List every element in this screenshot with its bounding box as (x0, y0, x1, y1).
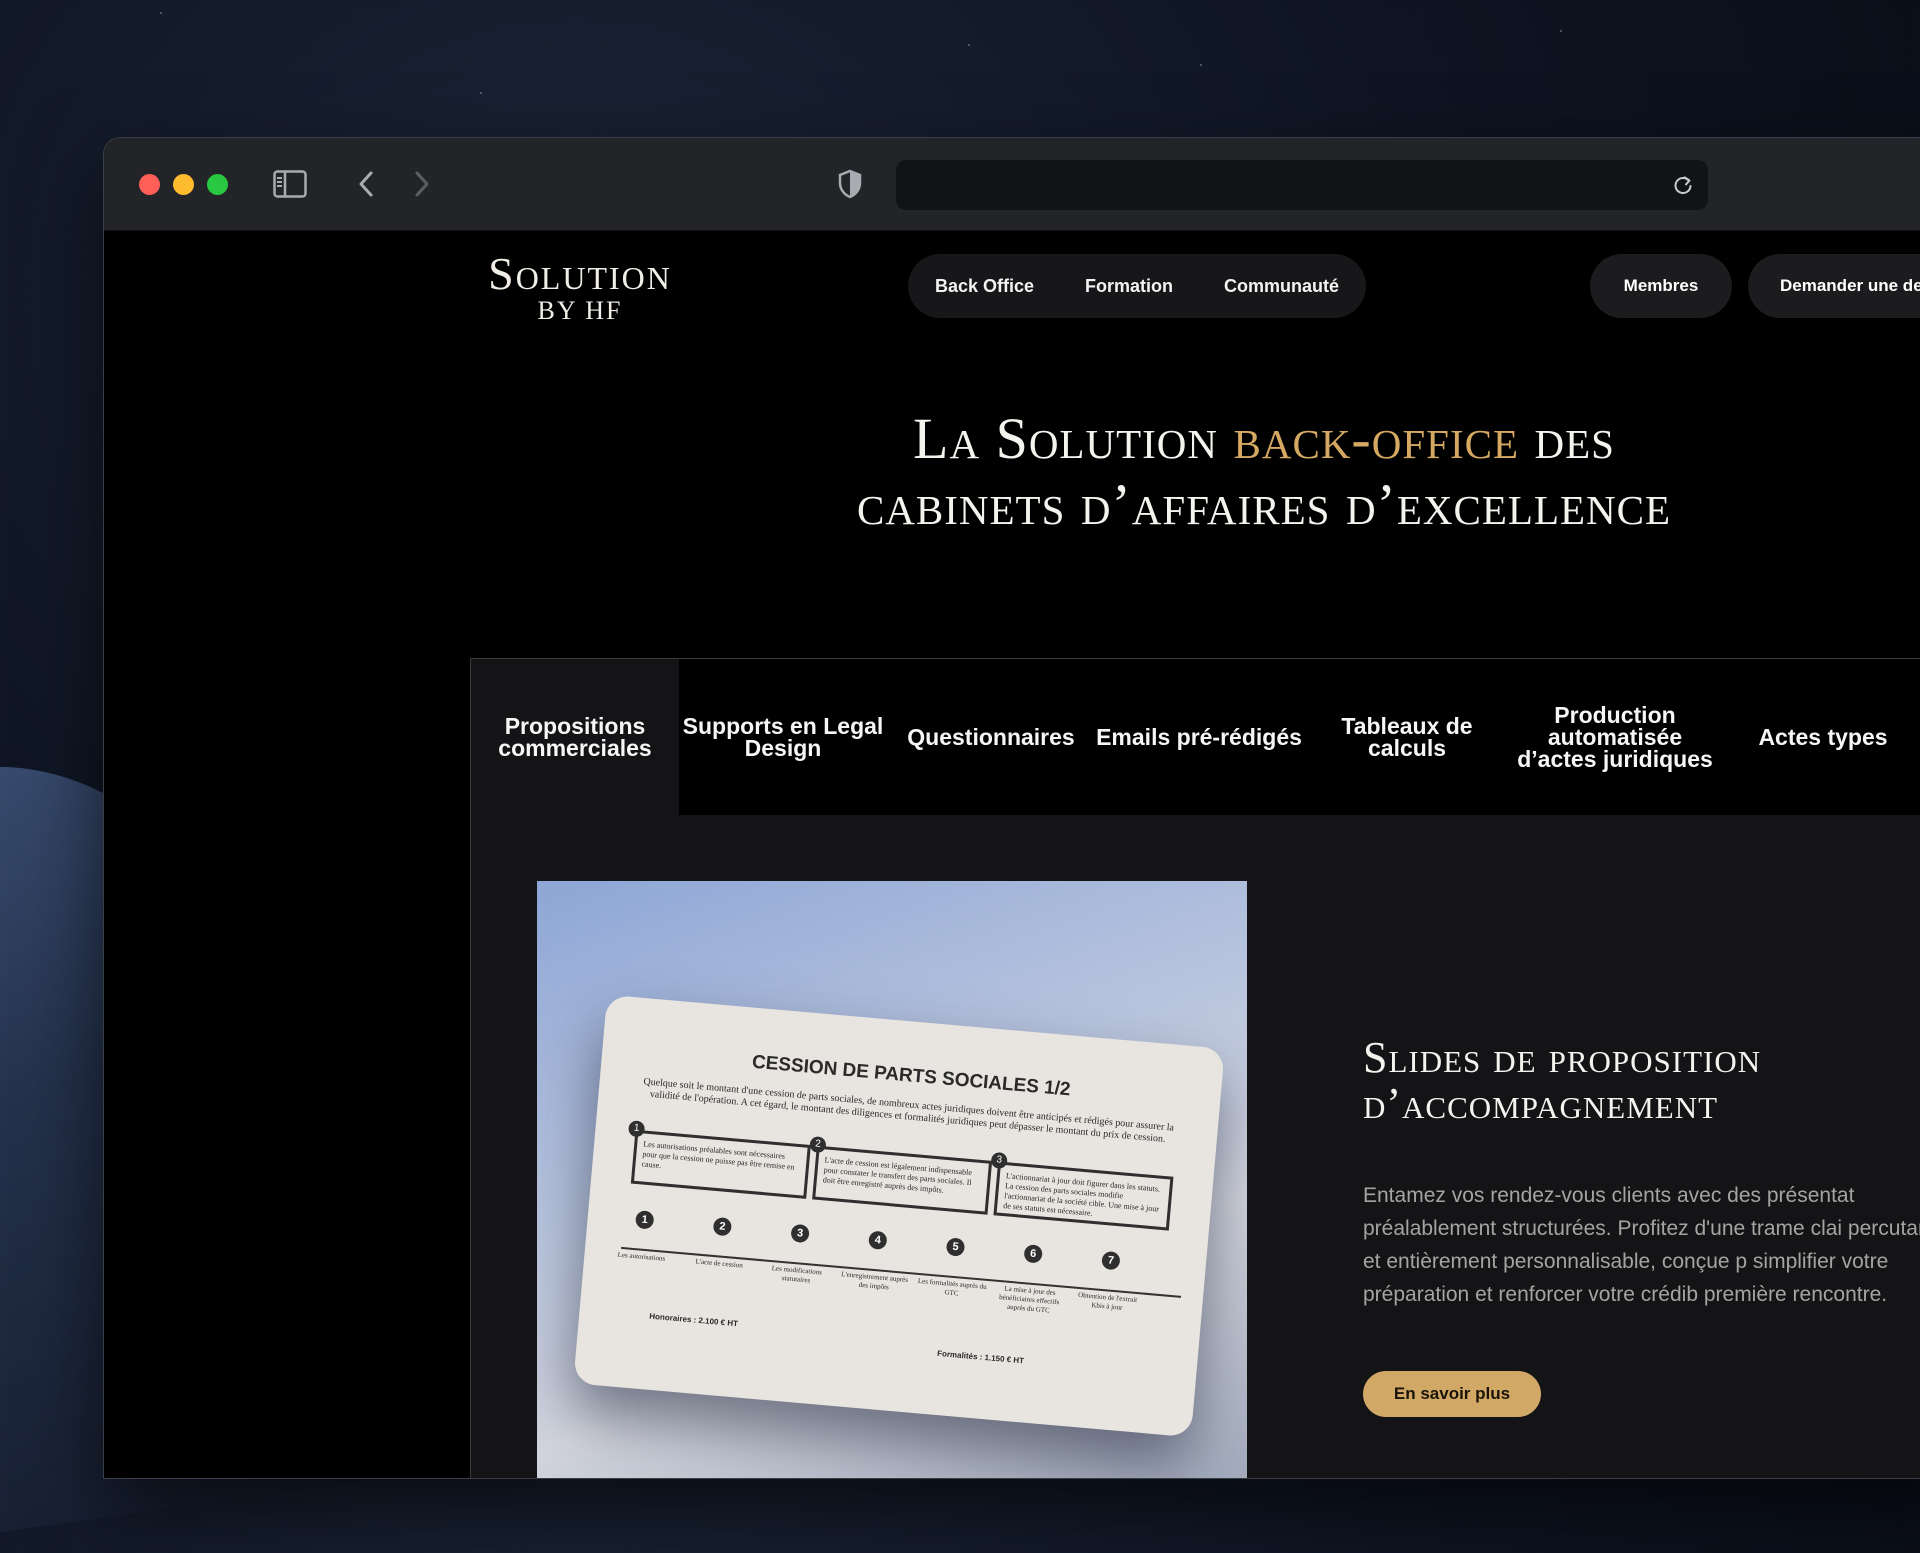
timeline-step: 5 Les formalités auprès du GTC (916, 1235, 991, 1301)
tab-production-automatisee[interactable]: Production automatisée d’actes juridique… (1511, 659, 1719, 815)
slide-box: 1 Les autorisations préalables sont néce… (627, 1120, 811, 1199)
timeline-step: 6 La mise à jour des bénéficiaires effect… (993, 1242, 1069, 1317)
privacy-shield-icon[interactable] (830, 164, 870, 204)
slide-timeline: 1 Les autorisations 2 L'acte de cession 3 L… (605, 1208, 1185, 1328)
hero-title-prefix: La Solution (913, 406, 1219, 471)
star (1200, 64, 1202, 66)
forward-arrow-icon[interactable] (404, 164, 440, 204)
timeline-step: 4 L'enregistrement auprès des impôts (838, 1228, 913, 1294)
address-bar[interactable] (896, 160, 1708, 210)
feature-tabs: Propositions commerciales Supports en Le… (471, 659, 1920, 815)
slide-card: CESSION DE PARTS SOCIALES 1/2 Quelque so… (573, 994, 1225, 1438)
step-number: 2 (712, 1216, 733, 1237)
zoom-window-button[interactable] (207, 174, 228, 195)
tab-propositions-commerciales[interactable]: Propositions commerciales (471, 659, 679, 815)
slide-fee-formalites: Formalités : 1.150 € HT (936, 1348, 1025, 1366)
nav-back-office[interactable]: Back Office (935, 276, 1034, 297)
minimize-window-button[interactable] (173, 174, 194, 195)
tab-actes-types[interactable]: Actes types (1719, 659, 1920, 815)
hero-title: La Solution back-office des cabinets d’a… (744, 406, 1784, 538)
slide-box-number: 2 (809, 1135, 827, 1154)
feature-title: Slides de proposition d’accompagnement (1363, 1033, 1762, 1128)
features-panel: Propositions commerciales Supports en Le… (470, 658, 1920, 1478)
hero-title-highlight: back-office (1233, 406, 1519, 471)
close-window-button[interactable] (139, 174, 160, 195)
step-number: 5 (945, 1237, 966, 1257)
step-number: 7 (1101, 1250, 1121, 1271)
step-label: Les modifications statutaires (771, 1264, 823, 1285)
hero-title-suffix: des (1534, 406, 1615, 471)
hero-title-line2: cabinets d’affaires d’excellence (856, 472, 1672, 537)
logo-wordmark: Solution (488, 248, 672, 299)
slide-box-number: 1 (627, 1120, 646, 1138)
step-number: 1 (634, 1210, 655, 1230)
nav-formation[interactable]: Formation (1085, 276, 1173, 297)
star (968, 44, 970, 46)
back-arrow-icon[interactable] (348, 164, 384, 204)
timeline-step: 7 Obtention de l'extrait Kbis à jour (1072, 1249, 1147, 1315)
web-page: Solution BY HF Back Office Formation Com… (104, 238, 1920, 1478)
star (1560, 30, 1562, 32)
feature-description: Entamez vos rendez-vous clients avec des… (1363, 1184, 1920, 1306)
slide-box: 3 L'actionnariat à jour doit figurer dan… (990, 1151, 1174, 1231)
members-button[interactable]: Membres (1590, 254, 1732, 318)
step-label: L'enregistrement auprès des impôts (840, 1270, 909, 1292)
timeline-step: 1 Les autorisations (606, 1208, 680, 1265)
timeline-step: 3 Les modifications statutaires (761, 1221, 836, 1287)
step-label: Obtention de l'extrait Kbis à jour (1077, 1290, 1138, 1312)
nav-communaute[interactable]: Communauté (1224, 276, 1339, 297)
slide-box-number: 3 (990, 1151, 1008, 1170)
slide-box-text: L'acte de cession est légalement indispe… (822, 1155, 973, 1195)
slide-box-text: L'actionnariat à jour doit figurer dans … (1002, 1171, 1161, 1218)
step-label: Les formalités auprès du GTC (917, 1276, 988, 1298)
step-number: 6 (1023, 1244, 1043, 1264)
tab-tableaux-de-calculs[interactable]: Tableaux de calculs (1303, 659, 1511, 815)
step-label: La mise à jour des bénéficiaires effecti… (998, 1284, 1060, 1315)
browser-toolbar (104, 138, 1920, 231)
star (160, 12, 162, 14)
slide-box-text: Les autorisations préalables sont nécess… (641, 1139, 795, 1172)
logo-subtitle: BY HF (537, 296, 623, 325)
step-label: L'acte de cession (695, 1257, 744, 1270)
step-label: Les autorisations (617, 1250, 666, 1263)
main-navigation: Back Office Formation Communauté (908, 254, 1366, 318)
reload-icon[interactable] (1664, 166, 1702, 204)
slide-fee-honoraires: Honoraires : 2.100 € HT (648, 1311, 739, 1329)
step-number: 3 (790, 1223, 810, 1244)
star (480, 92, 482, 94)
tab-supports-legal-design[interactable]: Supports en Legal Design (679, 659, 887, 815)
tab-emails-pre-rediges[interactable]: Emails pré-rédigés (1095, 659, 1303, 815)
learn-more-button[interactable]: En savoir plus (1363, 1371, 1541, 1417)
site-logo[interactable]: Solution BY HF (470, 250, 690, 324)
step-number: 4 (868, 1230, 888, 1250)
tab-questionnaires[interactable]: Questionnaires (887, 659, 1095, 815)
browser-window: Solution BY HF Back Office Formation Com… (104, 138, 1920, 1478)
sidebar-toggle-icon[interactable] (270, 164, 310, 204)
timeline-step: 2 L'acte de cession (684, 1215, 758, 1272)
slide-preview-image: CESSION DE PARTS SOCIALES 1/2 Quelque so… (537, 881, 1247, 1478)
request-demo-button[interactable]: Demander une de (1748, 254, 1920, 318)
slide-box: 2 L'acte de cession est légalement indis… (809, 1135, 993, 1215)
